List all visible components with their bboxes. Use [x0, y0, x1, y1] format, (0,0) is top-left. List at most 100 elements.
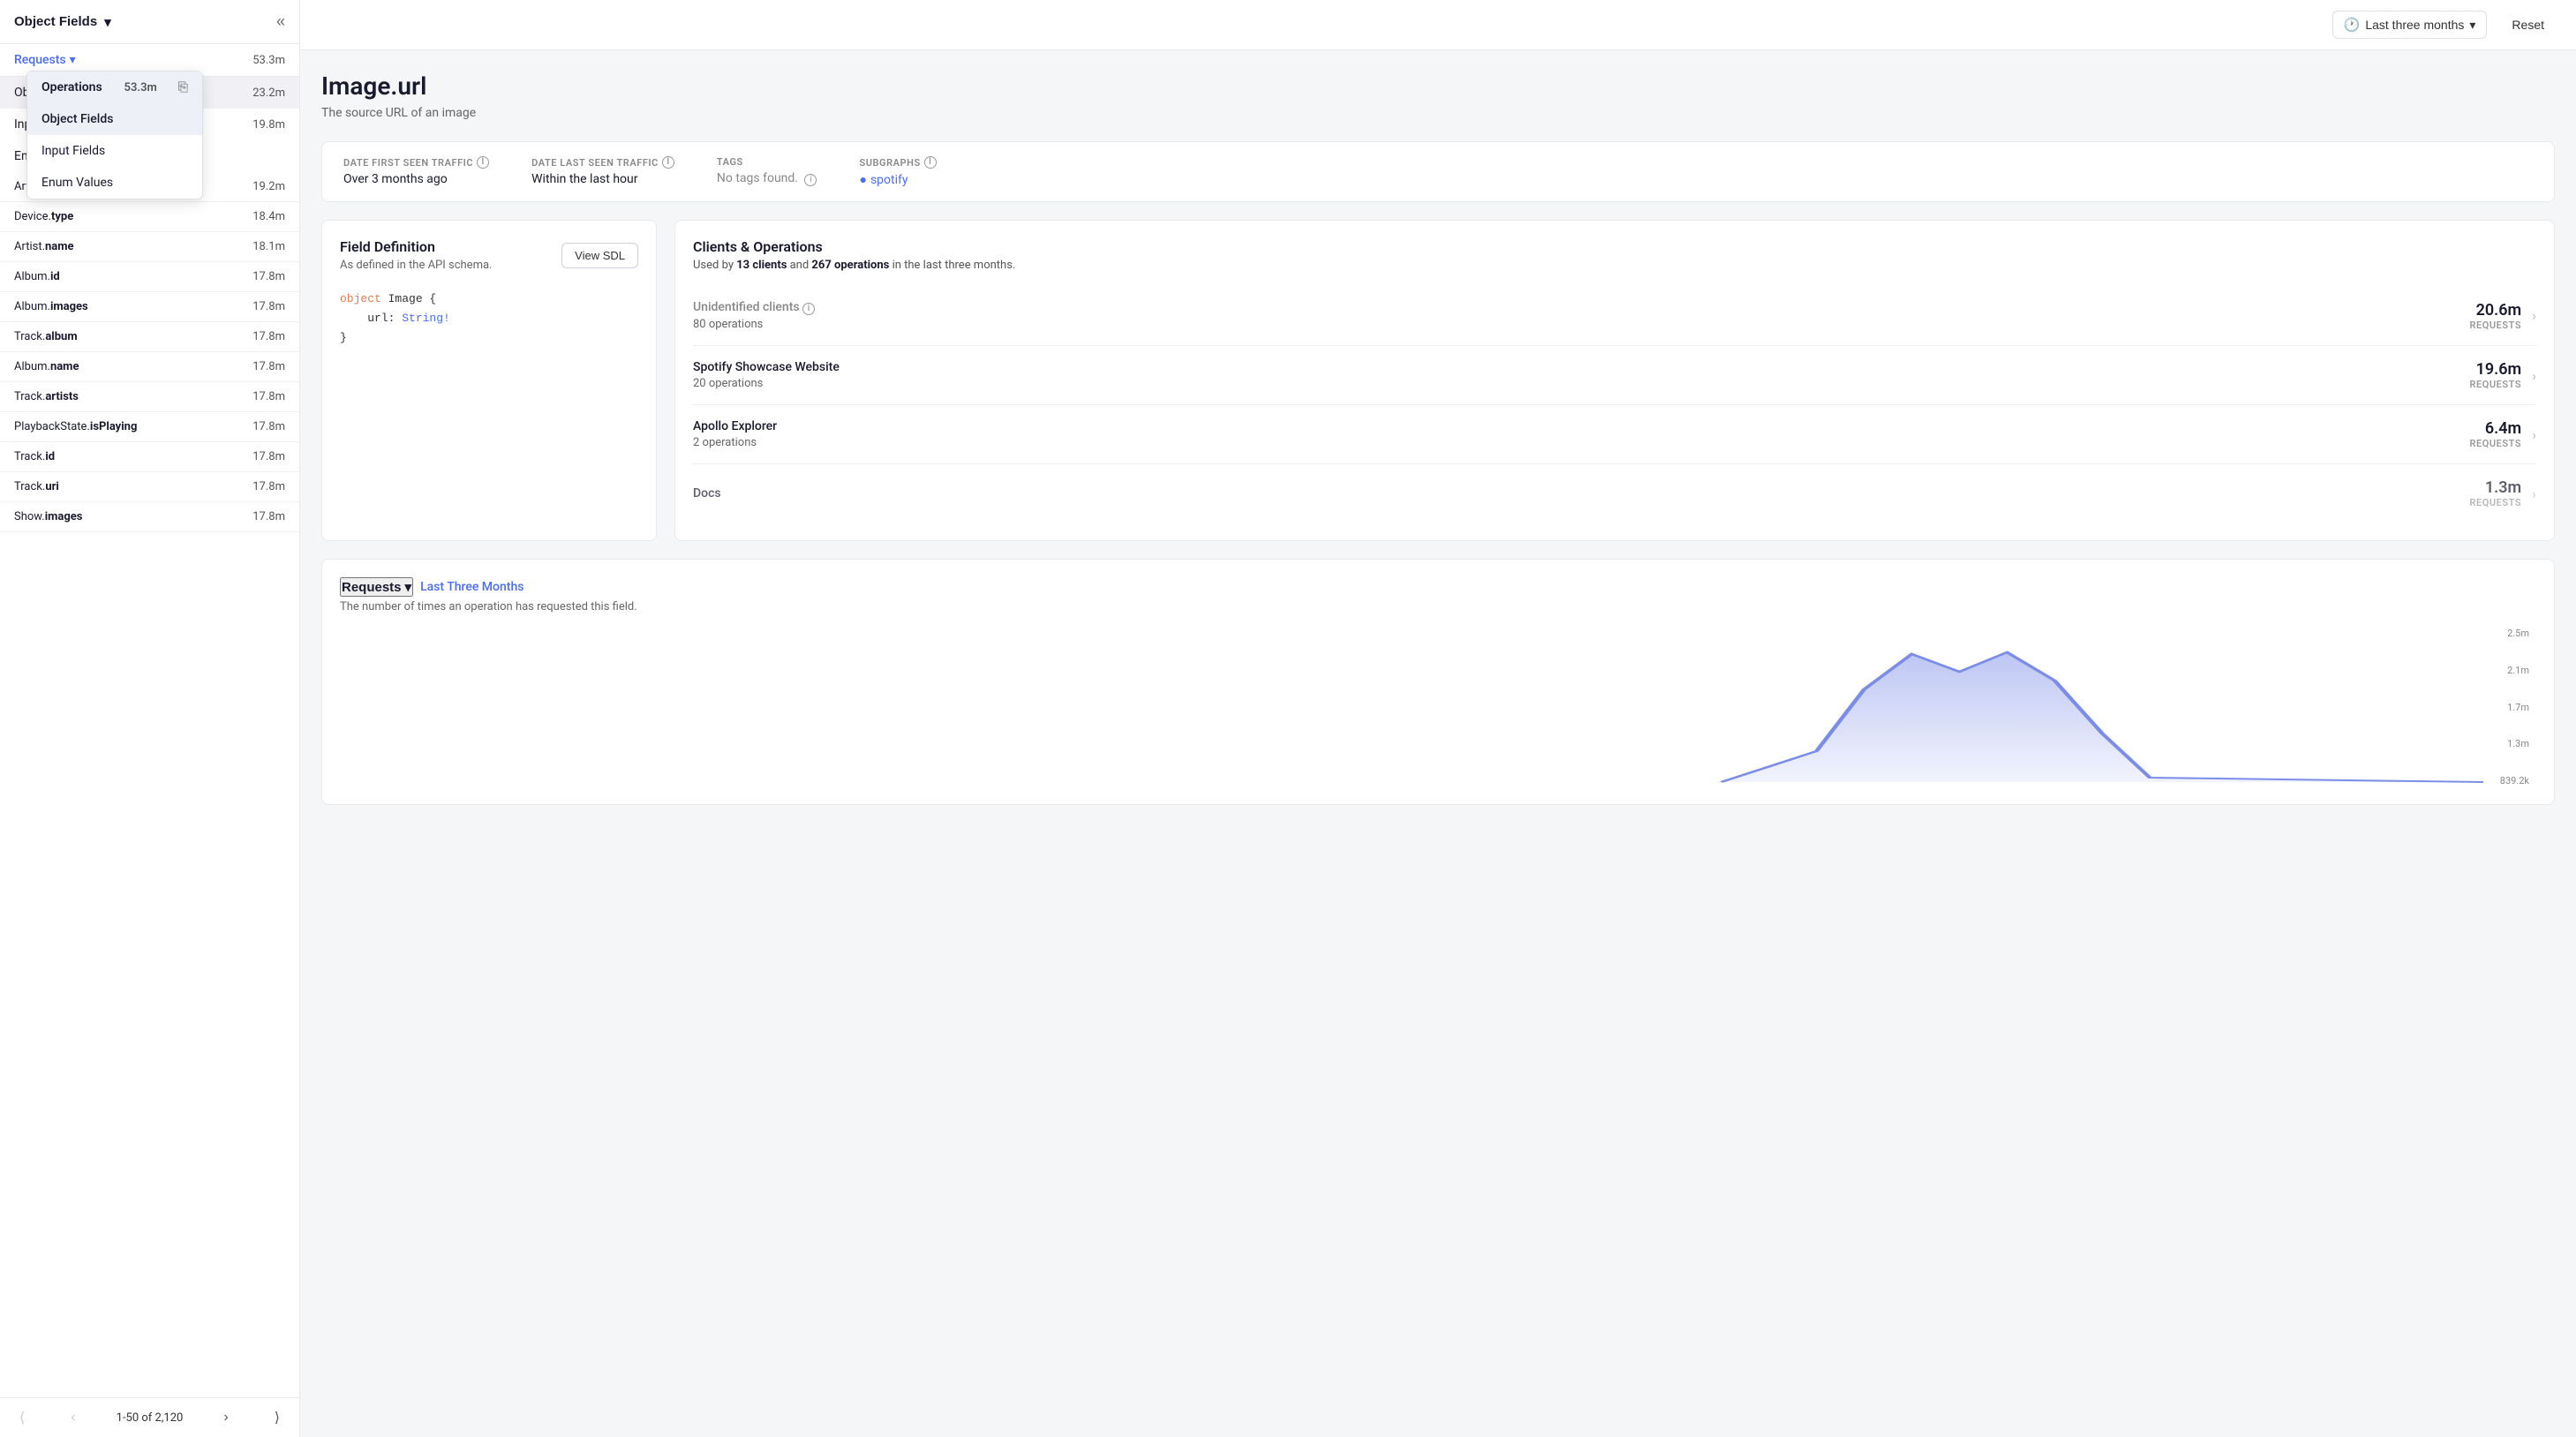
chart-y-axis: 2.5m 2.1m 1.7m 1.3m 839.2k — [2493, 628, 2536, 786]
client-ops-unidentified: 80 operations — [693, 318, 815, 331]
client-req-label-unidentified: REQUESTS — [2469, 320, 2521, 331]
client-row-spotify[interactable]: Spotify Showcase Website 20 operations 1… — [693, 346, 2536, 405]
meta-tags-value: No tags found. — [717, 171, 798, 185]
sidebar-pagination: ⟨ ‹ 1-50 of 2,120 › ⟩ — [0, 1397, 299, 1437]
dropdown-item-input-fields[interactable]: Input Fields — [27, 135, 202, 167]
meta-subgraphs-label: SUBGRAPHS — [859, 157, 920, 169]
sidebar-title-dropdown[interactable]: Object Fields ▾ — [14, 14, 111, 30]
meta-date-last-seen-value: Within the last hour — [531, 172, 674, 186]
field-definition-header: Field Definition As defined in the API s… — [340, 238, 638, 272]
requests-chart-period: Last Three Months — [420, 580, 523, 594]
top-bar: 🕐 Last three months ▾ Reset — [300, 0, 2576, 50]
operations-header-item: Operations 53.3m ⎘ — [27, 71, 202, 103]
client-req-label-docs: REQUESTS — [2469, 497, 2521, 508]
time-filter-label: Last three months — [2365, 18, 2464, 32]
meta-tags-label: TAGS — [717, 156, 743, 168]
sidebar-collapse-button[interactable]: « — [276, 12, 285, 31]
chart-svg — [340, 645, 2483, 786]
meta-date-last-seen-label: DATE LAST SEEN TRAFFIC — [531, 157, 659, 169]
requests-chart-header: Requests ▾ Last Three Months — [340, 577, 2536, 597]
copy-icon[interactable]: ⎘ — [178, 80, 188, 94]
requests-filter-label[interactable]: Requests ▾ — [14, 53, 76, 67]
subgraph-spotify-link[interactable]: ● spotify — [859, 172, 936, 187]
clock-icon: 🕐 — [2344, 17, 2361, 33]
list-item[interactable]: Track.album 17.8m — [0, 322, 299, 352]
list-item[interactable]: Album.images 17.8m — [0, 292, 299, 322]
pagination-last-button[interactable]: ⟩ — [269, 1407, 285, 1428]
client-req-num-docs: 1.3m — [2469, 478, 2521, 497]
chart-y-label-1: 2.5m — [2500, 628, 2529, 639]
client-req-label-spotify: REQUESTS — [2469, 379, 2521, 390]
client-req-label-apollo: REQUESTS — [2469, 438, 2521, 449]
dropdown-item-object-fields[interactable]: Object Fields — [27, 103, 202, 135]
unidentified-info-icon[interactable]: i — [802, 303, 815, 315]
meta-date-first-seen-label: DATE FIRST SEEN TRAFFIC — [343, 157, 473, 169]
time-filter-button[interactable]: 🕐 Last three months ▾ — [2332, 11, 2488, 39]
client-req-num-apollo: 6.4m — [2469, 419, 2521, 438]
chart-container: 2.5m 2.1m 1.7m 1.3m 839.2k — [340, 628, 2536, 786]
meta-date-last-seen: DATE LAST SEEN TRAFFIC i Within the last… — [531, 156, 674, 187]
ops-count: 267 operations — [811, 259, 889, 272]
client-row-apollo[interactable]: Apollo Explorer 2 operations 6.4m REQUES… — [693, 405, 2536, 464]
clients-operations-subtitle: Used by 13 clients and 267 operations in… — [693, 259, 2536, 272]
list-item[interactable]: Track.uri 17.8m — [0, 472, 299, 502]
subgraphs-info-icon[interactable]: i — [924, 156, 937, 169]
requests-chart-subtitle: The number of times an operation has req… — [340, 600, 2536, 613]
list-item[interactable]: PlaybackState.isPlaying 17.8m — [0, 412, 299, 442]
list-item[interactable]: Album.id 17.8m — [0, 262, 299, 292]
field-definition-title: Field Definition — [340, 238, 492, 255]
meta-tags: TAGS No tags found. i — [717, 156, 817, 187]
tags-info-icon[interactable]: i — [804, 174, 817, 186]
sidebar-dropdown-menu: Operations 53.3m ⎘ Object Fields Input F… — [26, 71, 203, 199]
field-title: Image.url — [321, 71, 2555, 101]
list-item[interactable]: Track.artists 17.8m — [0, 382, 299, 412]
requests-title-chevron-icon: ▾ — [405, 579, 412, 595]
client-req-num-spotify: 19.6m — [2469, 360, 2521, 379]
view-sdl-button[interactable]: View SDL — [561, 243, 638, 268]
client-row-unidentified[interactable]: Unidentified clients i 80 operations 20.… — [693, 286, 2536, 346]
requests-chart-title-button[interactable]: Requests ▾ — [340, 577, 413, 597]
list-item[interactable]: Artist.name 18.1m — [0, 232, 299, 262]
pagination-first-button[interactable]: ⟨ — [14, 1407, 30, 1428]
date-last-seen-info-icon[interactable]: i — [662, 156, 674, 169]
clients-operations-card: Clients & Operations Used by 13 clients … — [674, 220, 2555, 541]
meta-date-first-seen-value: Over 3 months ago — [343, 172, 489, 186]
field-definition-card: Field Definition As defined in the API s… — [321, 220, 657, 541]
time-filter-chevron-icon: ▾ — [2469, 18, 2475, 33]
meta-bar: DATE FIRST SEEN TRAFFIC i Over 3 months … — [321, 141, 2555, 202]
requests-count: 53.3m — [252, 54, 285, 67]
operations-request-count: 53.3m — [124, 81, 157, 94]
client-name-apollo: Apollo Explorer — [693, 419, 777, 433]
client-ops-spotify: 20 operations — [693, 377, 840, 390]
list-item[interactable]: Show.images 17.8m — [0, 502, 299, 532]
pagination-prev-button[interactable]: ‹ — [65, 1408, 80, 1427]
date-first-seen-info-icon[interactable]: i — [477, 156, 489, 169]
client-chevron-icon: › — [2532, 367, 2536, 384]
subgraph-dot-icon: ● — [859, 172, 866, 187]
chart-y-label-5: 839.2k — [2500, 775, 2529, 786]
sidebar: Object Fields ▾ « Operations 53.3m ⎘ Obj… — [0, 0, 300, 1437]
chart-y-label-2: 2.1m — [2500, 665, 2529, 676]
clients-count: 13 clients — [736, 259, 787, 272]
sidebar-field-list: Artist.id 19.2m Device.type 18.4m Artist… — [0, 172, 299, 1397]
sidebar-chevron-icon: ▾ — [104, 14, 111, 30]
meta-subgraphs: SUBGRAPHS i ● spotify — [859, 156, 936, 187]
section-object-fields-count: 23.2m — [252, 87, 285, 100]
dropdown-item-enum-values[interactable]: Enum Values — [27, 167, 202, 199]
pagination-next-button[interactable]: › — [218, 1408, 233, 1427]
code-block: object Image { url: String! } — [340, 290, 638, 348]
list-item[interactable]: Track.id 17.8m — [0, 442, 299, 472]
field-subtitle: The source URL of an image — [321, 106, 2555, 120]
client-name-spotify: Spotify Showcase Website — [693, 360, 840, 374]
list-item[interactable]: Device.type 18.4m — [0, 202, 299, 232]
list-item[interactable]: Album.name 17.8m — [0, 352, 299, 382]
operations-section-header: Operations 53.3m ⎘ — [27, 71, 202, 103]
client-row-docs[interactable]: Docs 1.3m REQUESTS › — [693, 464, 2536, 523]
requests-chevron-icon: ▾ — [70, 53, 76, 67]
section-input-fields-count: 19.8m — [252, 118, 285, 132]
operations-label: Operations — [41, 80, 102, 94]
client-chevron-icon: › — [2532, 426, 2536, 443]
main-content: 🕐 Last three months ▾ Reset Image.url Th… — [300, 0, 2576, 1437]
code-block-container: object Image { url: String! } — [340, 290, 638, 348]
reset-button[interactable]: Reset — [2501, 12, 2555, 37]
